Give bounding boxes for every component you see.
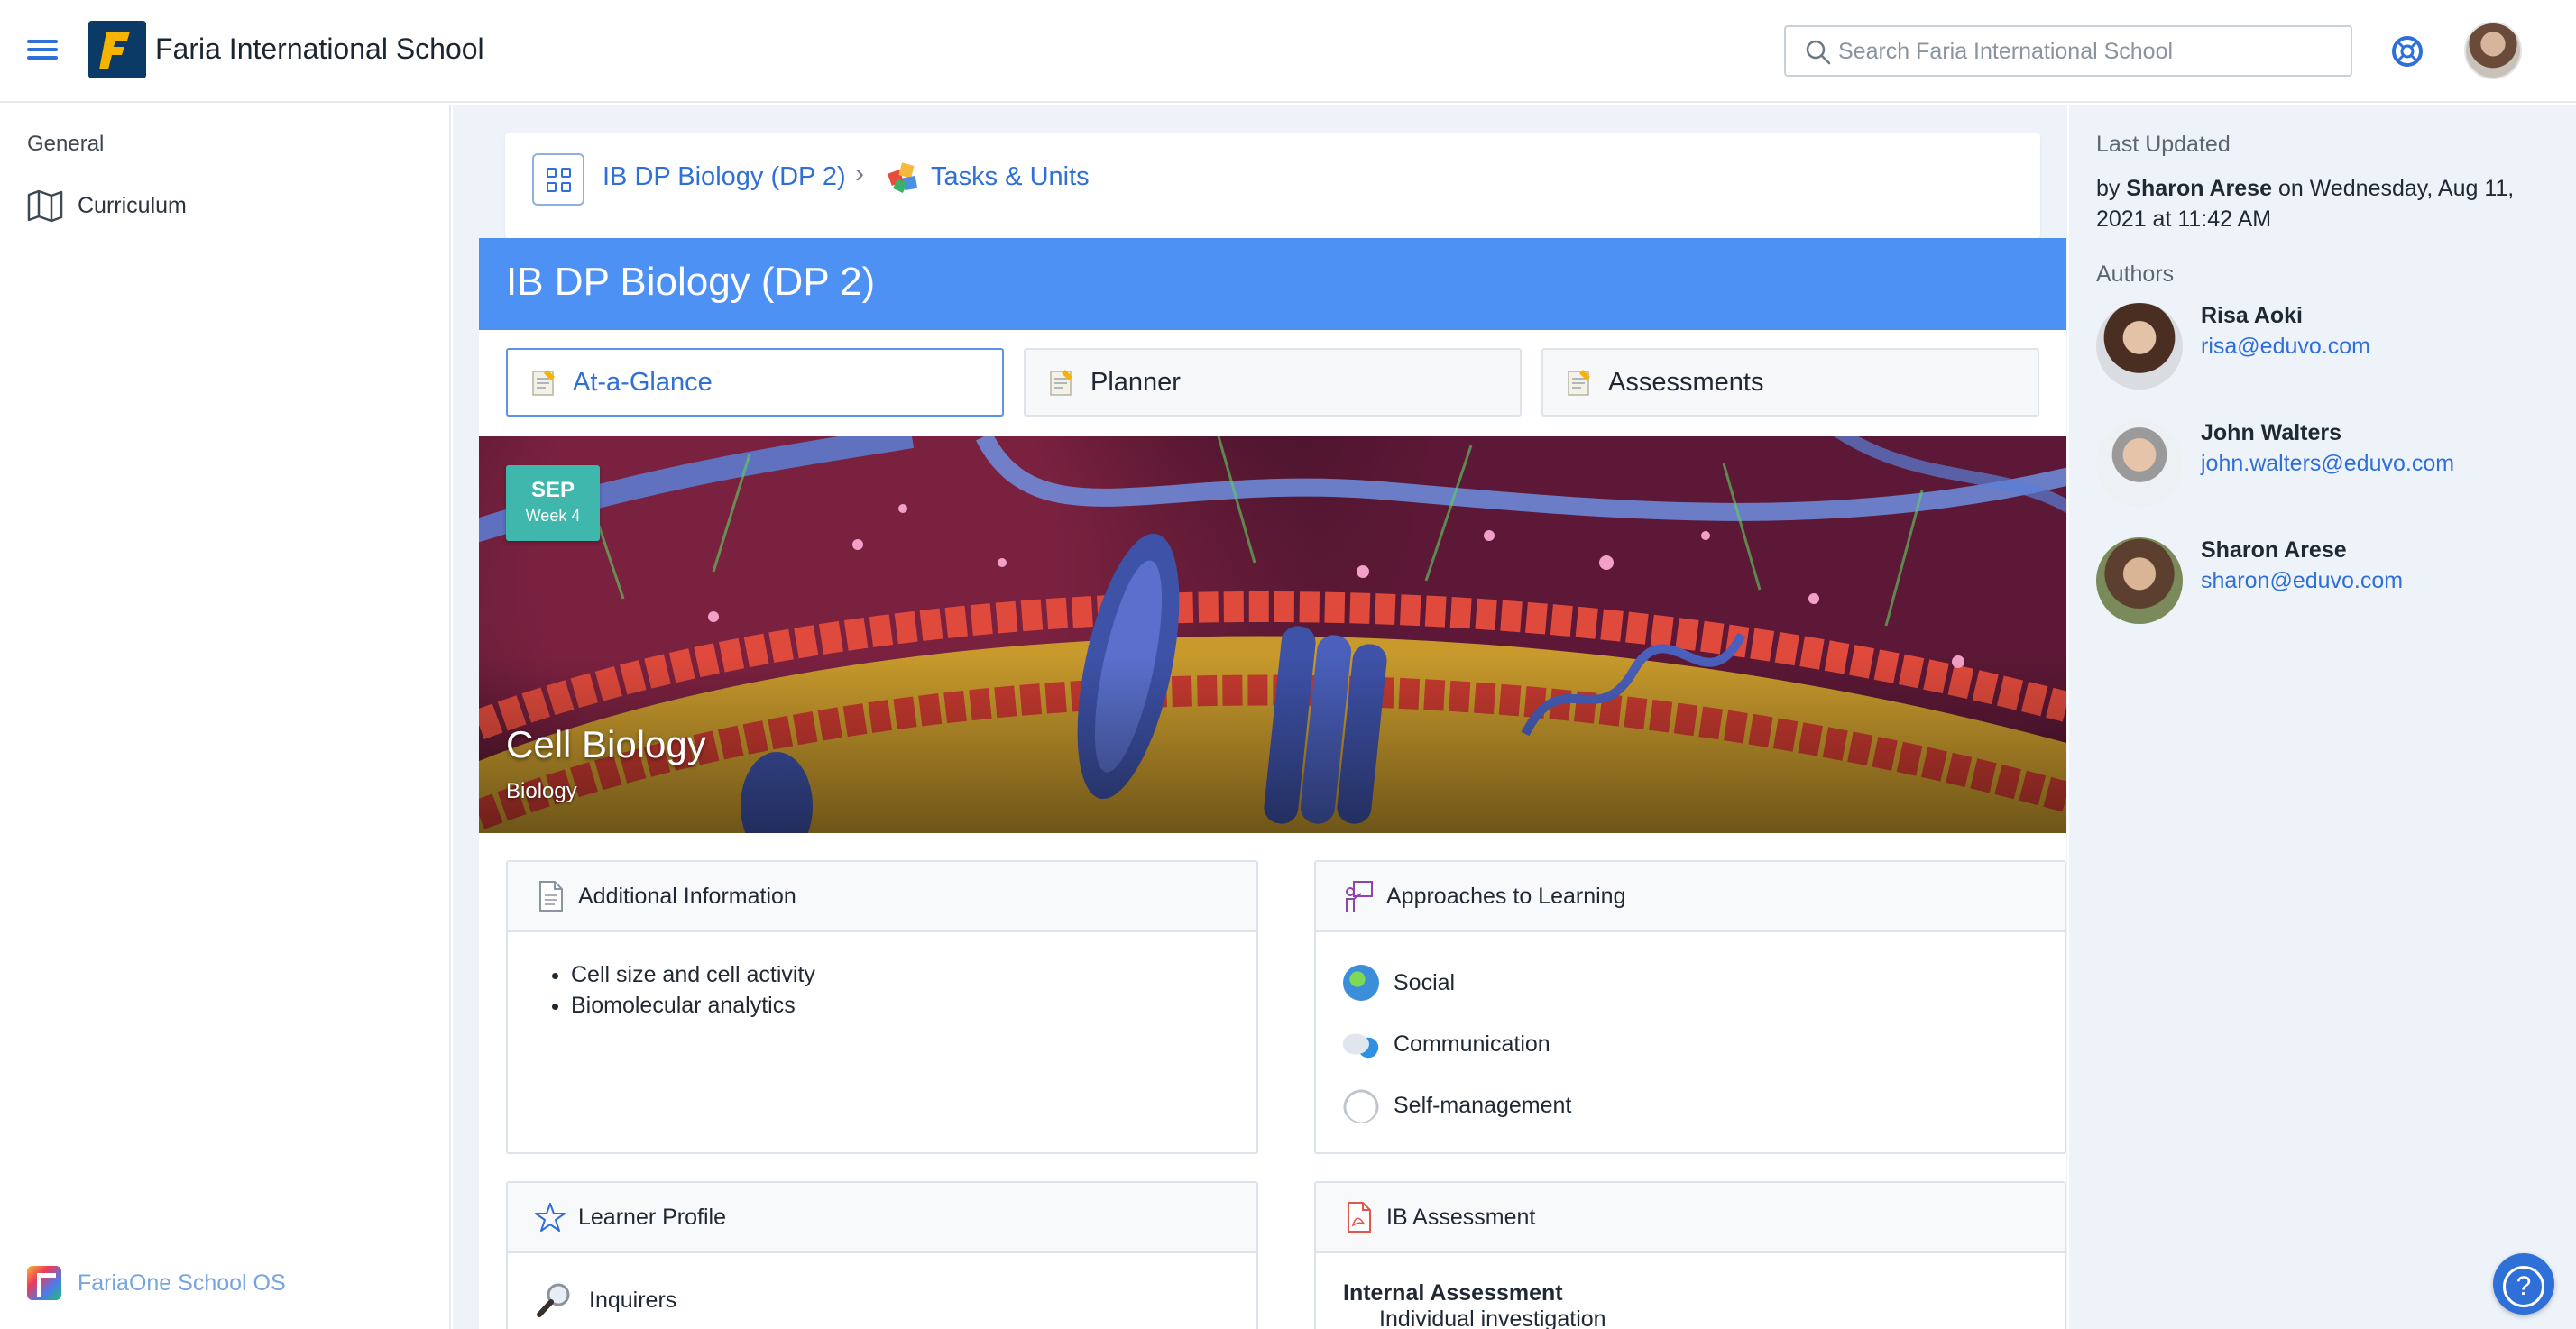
page-title: IB DP Biology (DP 2) (506, 260, 876, 304)
updated-by-name: Sharon Arese (2126, 176, 2272, 201)
avatar (2096, 537, 2183, 624)
tab-label: At-a-Glance (573, 367, 713, 397)
list-item: Self-management (1343, 1075, 2038, 1136)
author-name: Risa Aoki (2201, 303, 2304, 328)
help-button[interactable]: ? (2493, 1253, 2554, 1315)
document-icon (539, 881, 563, 912)
tab-bar: At-a-Glance Planner Assessments (479, 330, 2066, 436)
author-item: John Walters john.walters@eduvo.com (2096, 420, 2547, 507)
date-month: SEP (530, 478, 575, 502)
info-list: Cell size and cell activity Biomolecular… (535, 959, 1229, 1021)
card-header: Learner Profile (508, 1183, 1256, 1253)
sidebar-item-label: Curriculum (78, 192, 187, 218)
search-icon (1806, 40, 1831, 65)
tab-assessments[interactable]: Assessments (1541, 348, 2039, 417)
chevron-right-icon: › (855, 159, 864, 188)
notepad-icon (1568, 370, 1590, 396)
teacher-icon (1346, 881, 1373, 912)
stopwatch-icon (1343, 1087, 1379, 1123)
unit-subject: Biology (506, 779, 577, 803)
list-item: Inquirers (535, 1269, 1229, 1329)
author-name: Sharon Arese (2201, 537, 2347, 563)
question-icon: ? (2503, 1266, 2544, 1307)
card-header: IB Assessment (1316, 1183, 2065, 1253)
author-email-link[interactable]: sharon@eduvo.com (2201, 568, 2403, 594)
tab-planner[interactable]: Planner (1024, 348, 1522, 417)
learner-profile-card: Learner Profile Inquirers (506, 1181, 1258, 1329)
fariaone-link[interactable]: FariaOne School OS (27, 1266, 286, 1300)
fariaone-logo (27, 1266, 61, 1300)
tab-label: Planner (1090, 367, 1181, 397)
breadcrumb: IB DP Biology (DP 2) › Tasks & Units (505, 133, 2040, 238)
list-item: Biomolecular analytics (571, 990, 1229, 1021)
last-updated-heading: Last Updated (2096, 132, 2231, 157)
sidebar: General Curriculum FariaOne School OS (0, 105, 451, 1329)
menu-icon[interactable] (27, 34, 58, 69)
date-badge: SEP Week 4 (506, 465, 600, 541)
notepad-icon (532, 370, 555, 396)
author-item: Risa Aoki risa@eduvo.com (2096, 303, 2547, 390)
author-email-link[interactable]: john.walters@eduvo.com (2201, 451, 2454, 477)
search-box[interactable] (1784, 25, 2352, 77)
additional-information-card: Additional Information Cell size and cel… (506, 860, 1258, 1154)
list-item: Communication (1343, 1013, 2038, 1075)
unit-hero-image[interactable]: SEP Week 4 Cell Biology Biology (479, 436, 2066, 833)
school-name[interactable]: Faria International School (155, 32, 484, 66)
card-title: Additional Information (578, 883, 796, 909)
search-input[interactable] (1838, 34, 2343, 69)
pdf-document-icon (1348, 1202, 1371, 1233)
card-title: Learner Profile (578, 1204, 726, 1230)
tab-at-a-glance[interactable]: At-a-Glance (506, 348, 1004, 417)
approaches-to-learning-card: Approaches to Learning Social Communicat… (1314, 860, 2066, 1154)
fariaone-label: FariaOne School OS (78, 1269, 286, 1296)
notepad-icon (1050, 370, 1072, 396)
card-header: Approaches to Learning (1316, 862, 2065, 932)
lifebuoy-icon[interactable] (2390, 34, 2424, 69)
breadcrumb-course-link[interactable]: IB DP Biology (DP 2) (603, 162, 846, 192)
course-banner: IB DP Biology (DP 2) (479, 238, 2066, 330)
unit-title: Cell Biology (506, 723, 706, 765)
authors-heading: Authors (2096, 261, 2175, 287)
ib-assessment-card: IB Assessment Internal Assessment Indivi… (1314, 1181, 2066, 1329)
magnifying-glass-icon (537, 1283, 570, 1317)
last-updated-text: by Sharon Arese on Wednesday, Aug 11, 20… (2096, 176, 2515, 232)
list-item: Social (1343, 952, 2038, 1013)
date-week: Week 4 (525, 507, 581, 525)
author-name: John Walters (2201, 420, 2342, 445)
list-item: Individual investigation (1379, 1306, 1606, 1329)
map-icon (27, 189, 63, 223)
user-avatar[interactable] (2464, 22, 2522, 79)
avatar (2096, 303, 2183, 390)
star-icon (535, 1203, 566, 1232)
speech-bubbles-icon (1343, 1026, 1379, 1062)
card-header: Additional Information (508, 862, 1256, 932)
assessment-heading: Internal Assessment (1343, 1280, 1563, 1306)
unit-cards: Additional Information Cell size and cel… (479, 833, 2066, 1329)
tab-label: Assessments (1608, 367, 1764, 397)
globe-icon (1343, 965, 1379, 1001)
avatar (2096, 420, 2183, 507)
card-title: Approaches to Learning (1386, 883, 1626, 909)
details-panel: Last Updated by Sharon Arese on Wednesda… (2069, 105, 2576, 1329)
grid-icon[interactable] (532, 153, 584, 206)
breadcrumb-tasks-units-link[interactable]: Tasks & Units (931, 162, 1090, 192)
author-item: Sharon Arese sharon@eduvo.com (2096, 537, 2547, 624)
puzzle-icon (888, 162, 918, 193)
list-item: Cell size and cell activity (571, 959, 1229, 990)
school-logo (88, 21, 146, 78)
card-title: IB Assessment (1386, 1204, 1536, 1230)
sidebar-item-curriculum[interactable]: Curriculum (25, 186, 422, 225)
top-bar: Faria International School (0, 0, 2576, 103)
sidebar-heading: General (27, 132, 105, 156)
author-email-link[interactable]: risa@eduvo.com (2201, 334, 2370, 360)
